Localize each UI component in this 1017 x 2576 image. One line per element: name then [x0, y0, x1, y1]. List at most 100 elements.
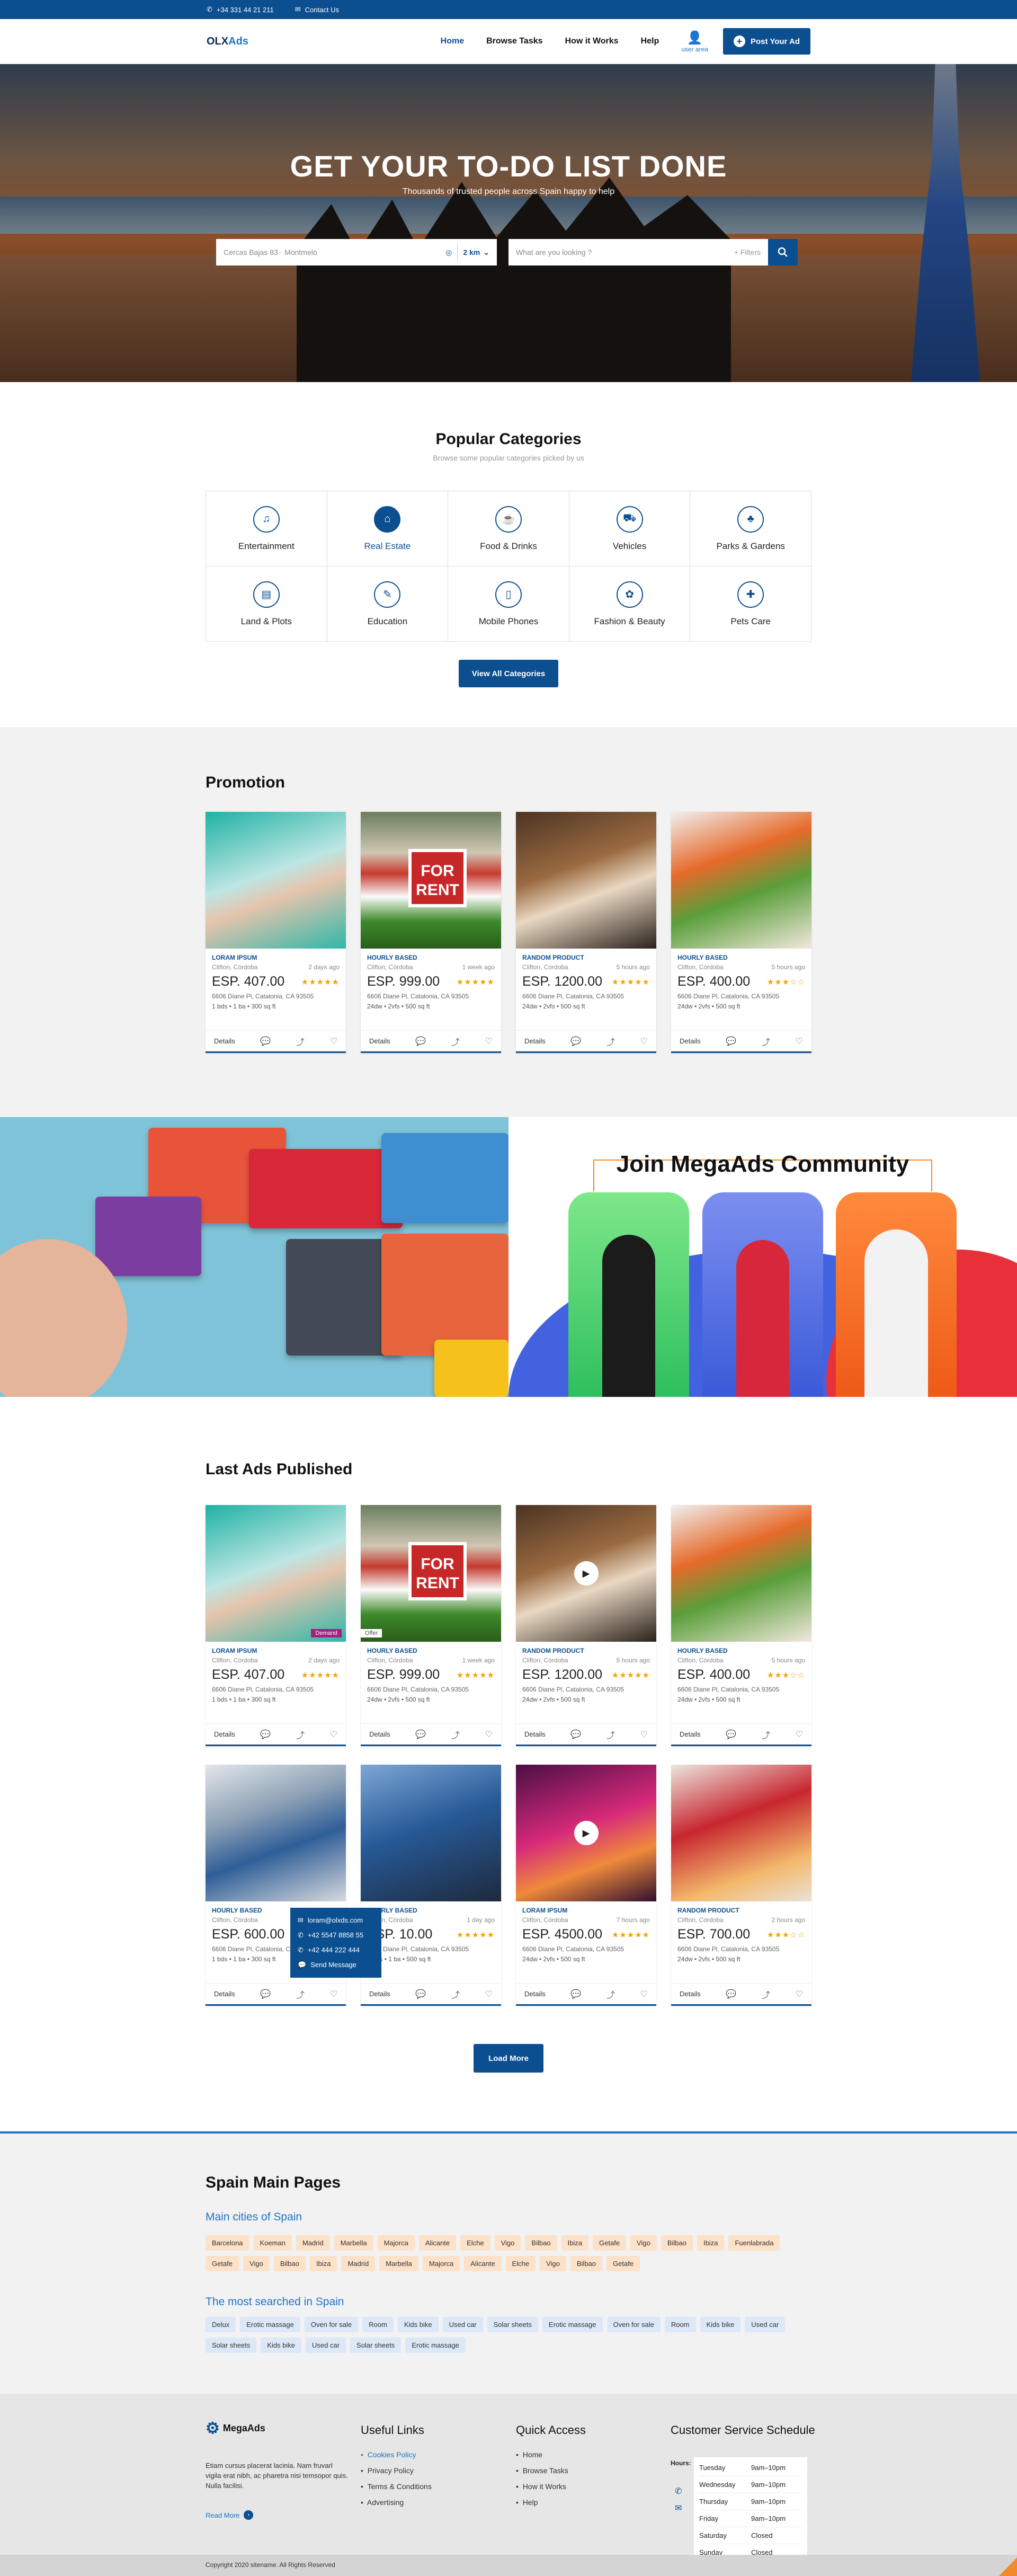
- category-real-estate[interactable]: ⌂ Real Estate: [327, 491, 449, 566]
- share-icon[interactable]: ⤴: [451, 1988, 460, 2000]
- search-chip[interactable]: Room: [664, 2317, 696, 2332]
- city-chip[interactable]: Vigo: [630, 2235, 657, 2251]
- ad-image[interactable]: [671, 1505, 811, 1642]
- nav-browse-tasks[interactable]: Browse Tasks: [486, 37, 542, 46]
- city-chip[interactable]: Marbella: [379, 2256, 419, 2271]
- chat-icon[interactable]: 💬: [415, 1729, 426, 1740]
- heart-icon[interactable]: ♡: [485, 1036, 493, 1047]
- search-chip[interactable]: Solar sheets: [487, 2317, 538, 2332]
- search-input[interactable]: What are you looking ? + Filters: [508, 239, 768, 265]
- city-chip[interactable]: Ibiza: [697, 2235, 725, 2251]
- city-chip[interactable]: Bilbao: [661, 2235, 693, 2251]
- chat-icon[interactable]: 💬: [415, 1036, 426, 1047]
- share-icon[interactable]: ⤴: [296, 1728, 305, 1741]
- city-chip[interactable]: Marbella: [334, 2235, 373, 2251]
- city-chip[interactable]: Madrid: [296, 2235, 330, 2251]
- details-link[interactable]: Details: [214, 1037, 235, 1045]
- details-link[interactable]: Details: [369, 1990, 390, 1998]
- share-icon[interactable]: ⤴: [451, 1728, 460, 1741]
- share-icon[interactable]: ⤴: [296, 1035, 305, 1048]
- search-chip[interactable]: Room: [362, 2317, 394, 2332]
- chat-icon[interactable]: 💬: [726, 1729, 736, 1740]
- heart-icon[interactable]: ♡: [485, 1989, 493, 1999]
- city-chip[interactable]: Bilbao: [570, 2256, 603, 2271]
- search-chip[interactable]: Used car: [745, 2317, 786, 2332]
- ad-card[interactable]: ▶ LORAM IPSUM Clifton, Córdoba 7 hours ago E…: [516, 1765, 656, 2006]
- city-chip[interactable]: Bilbao: [525, 2235, 557, 2251]
- share-icon[interactable]: ⤴: [762, 1035, 770, 1048]
- ad-card[interactable]: FOR RENT HOURLY BASED Clifton, Córdoba 1 wee…: [361, 812, 501, 1053]
- heart-icon[interactable]: ♡: [330, 1036, 337, 1047]
- contact-row[interactable]: ✉ loram@olxds.com: [298, 1913, 374, 1928]
- share-icon[interactable]: ⤴: [762, 1728, 770, 1741]
- ad-image[interactable]: [206, 1765, 346, 1901]
- search-chip[interactable]: Oven for sale: [606, 2317, 661, 2332]
- share-icon[interactable]: ⤴: [606, 1728, 615, 1741]
- ad-image[interactable]: FOR RENT Offer: [361, 1505, 501, 1642]
- details-link[interactable]: Details: [214, 1730, 235, 1738]
- chat-icon[interactable]: 💬: [570, 1036, 581, 1047]
- chat-icon[interactable]: 💬: [570, 1729, 581, 1740]
- category-parks-gardens[interactable]: ♣ Parks & Gardens: [690, 491, 811, 566]
- category-vehicles[interactable]: ⛟ Vehicles: [569, 491, 691, 566]
- footer-link[interactable]: • Home: [516, 2447, 586, 2463]
- city-chip[interactable]: Ibiza: [309, 2256, 337, 2271]
- post-ad-button[interactable]: + Post Your Ad: [722, 28, 810, 55]
- category-mobile-phones[interactable]: ▯ Mobile Phones: [448, 566, 569, 642]
- ad-card[interactable]: HOURLY BASED Clifton, Córdoba1 day ago ESP…: [361, 1765, 501, 2006]
- contact-row[interactable]: ✆ +42 444 222 444: [298, 1943, 374, 1958]
- topbar-contact[interactable]: ✉ Contact Us: [295, 5, 339, 14]
- heart-icon[interactable]: ♡: [640, 1729, 648, 1740]
- city-chip[interactable]: Alicante: [418, 2235, 457, 2251]
- search-chip[interactable]: Solar sheets: [206, 2338, 257, 2353]
- ad-card[interactable]: RANDOM PRODUCT Clifton, Córdoba 5 hours ag…: [516, 812, 656, 1053]
- chat-icon[interactable]: 💬: [726, 1036, 736, 1047]
- city-chip[interactable]: Alicante: [464, 2256, 502, 2271]
- chat-icon[interactable]: 💬: [260, 1989, 271, 1999]
- chat-icon[interactable]: 💬: [570, 1989, 581, 1999]
- location-field[interactable]: Cercas Bajas 83 · Montmeló ◎ 2 km ⌄: [216, 239, 497, 265]
- footer-link[interactable]: • Browse Tasks: [516, 2463, 586, 2478]
- details-link[interactable]: Details: [369, 1730, 390, 1738]
- site-logo[interactable]: OLXAds: [207, 36, 248, 48]
- ad-image[interactable]: FOR RENT: [361, 812, 501, 949]
- details-link[interactable]: Details: [680, 1990, 701, 1998]
- heart-icon[interactable]: ♡: [640, 1989, 648, 1999]
- heart-icon[interactable]: ♡: [330, 1989, 337, 1999]
- city-chip[interactable]: Getafe: [206, 2256, 239, 2271]
- footer-logo[interactable]: ⚙ MegaAds: [206, 2419, 265, 2438]
- locate-icon[interactable]: ◎: [445, 248, 452, 257]
- heart-icon[interactable]: ♡: [640, 1036, 648, 1047]
- search-chip[interactable]: Erotic massage: [240, 2317, 300, 2332]
- nav-how-it-works[interactable]: How it Works: [565, 37, 619, 46]
- share-icon[interactable]: ⤴: [296, 1988, 305, 2000]
- city-chip[interactable]: Getafe: [593, 2235, 627, 2251]
- category-land-plots[interactable]: ▤ Land & Plots: [206, 566, 327, 642]
- chat-icon[interactable]: 💬: [260, 1729, 271, 1740]
- ad-card[interactable]: Demand LORAM IPSUM Clifton, Córdoba 2 days …: [206, 1505, 346, 1746]
- contact-row[interactable]: ✆ +42 5547 8858 55: [298, 1928, 374, 1943]
- search-chip[interactable]: Used car: [442, 2317, 483, 2332]
- share-icon[interactable]: ⤴: [762, 1988, 770, 2000]
- heart-icon[interactable]: ♡: [796, 1729, 803, 1740]
- category-pets-care[interactable]: ✚ Pets Care: [690, 566, 811, 642]
- search-chip[interactable]: Solar sheets: [350, 2338, 402, 2353]
- category-education[interactable]: ✎ Education: [327, 566, 449, 642]
- share-icon[interactable]: ⤴: [451, 1035, 460, 1048]
- city-chip[interactable]: Madrid: [341, 2256, 376, 2271]
- distance-select[interactable]: 2 km ⌄: [463, 248, 489, 257]
- user-area[interactable]: 👤 user area: [681, 30, 708, 53]
- details-link[interactable]: Details: [680, 1037, 701, 1045]
- details-link[interactable]: Details: [214, 1990, 235, 1998]
- ad-card[interactable]: HOURLY BASED Clifton, Córdoba 5 hours ago E…: [671, 1505, 811, 1746]
- city-chip[interactable]: Barcelona: [206, 2235, 249, 2251]
- search-chip[interactable]: Oven for sale: [304, 2317, 359, 2332]
- share-icon[interactable]: ⤴: [606, 1035, 615, 1048]
- city-chip[interactable]: Vigo: [494, 2235, 521, 2251]
- city-chip[interactable]: Elche: [460, 2235, 490, 2251]
- filters-toggle[interactable]: + Filters: [734, 248, 761, 256]
- city-chip[interactable]: Ibiza: [561, 2235, 589, 2251]
- heart-icon[interactable]: ♡: [330, 1729, 337, 1740]
- city-chip[interactable]: Vigo: [540, 2256, 566, 2271]
- ad-card[interactable]: HOURLY BASED Clifton, Córdoba 5 hours ago E…: [671, 812, 811, 1053]
